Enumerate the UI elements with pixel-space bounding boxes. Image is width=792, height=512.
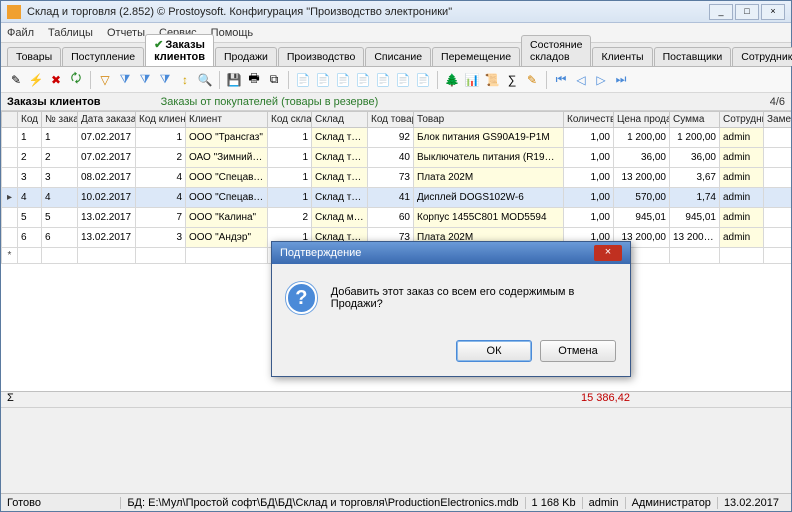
app-window: Склад и торговля (2.852) © Prostoysoft. … bbox=[0, 0, 792, 512]
table-row[interactable]: 3308.02.20174ООО "Спецавтом"1Склад това7… bbox=[2, 168, 792, 188]
sigma-icon: Σ bbox=[7, 392, 21, 407]
grid-pager: 4/6 bbox=[770, 96, 785, 108]
dialog-title: Подтверждение bbox=[280, 247, 361, 259]
last-icon[interactable]: ⏭ bbox=[612, 71, 630, 89]
funnel2-icon[interactable]: ⧩ bbox=[136, 71, 154, 89]
col-header[interactable]: Код товара bbox=[368, 112, 414, 128]
tab-move[interactable]: Перемещение bbox=[432, 47, 520, 66]
tab-production[interactable]: Производство bbox=[278, 47, 364, 66]
sum-value: 15 386,42 bbox=[581, 392, 630, 407]
doc5-icon[interactable]: 📄 bbox=[374, 71, 392, 89]
col-header[interactable]: Склад bbox=[312, 112, 368, 128]
menu-tables[interactable]: Таблицы bbox=[48, 27, 93, 39]
col-header[interactable]: Заметки bbox=[764, 112, 792, 128]
prev-icon[interactable]: ◁ bbox=[572, 71, 590, 89]
question-icon: ? bbox=[286, 282, 317, 314]
dialog-message: Добавить этот заказ со всем его содержим… bbox=[331, 286, 616, 310]
filter-icon[interactable]: ▽ bbox=[96, 71, 114, 89]
minimize-button[interactable]: _ bbox=[709, 4, 733, 20]
tab-goods[interactable]: Товары bbox=[7, 47, 61, 66]
save-icon[interactable]: 💾 bbox=[225, 71, 243, 89]
history-icon[interactable]: 📜 bbox=[483, 71, 501, 89]
status-role: Администратор bbox=[625, 497, 717, 509]
status-user: admin bbox=[582, 497, 625, 509]
col-header[interactable]: Сумма bbox=[670, 112, 720, 128]
tab-writeoff[interactable]: Списание bbox=[365, 47, 431, 66]
window-title: Склад и торговля (2.852) © Prostoysoft. … bbox=[27, 6, 709, 18]
edit-icon[interactable]: ✎ bbox=[7, 71, 25, 89]
col-header[interactable]: Товар bbox=[414, 112, 564, 128]
tab-sales[interactable]: Продажи bbox=[215, 47, 277, 66]
confirm-dialog: Подтверждение × ? Добавить этот заказ со… bbox=[271, 241, 631, 377]
bolt-icon[interactable]: ⚡ bbox=[27, 71, 45, 89]
status-db: БД: E:\Мул\Простой софт\БД\БД\Склад и то… bbox=[120, 497, 524, 509]
table-row[interactable]: ▸4410.02.20174ООО "Спецавтом"1Склад това… bbox=[2, 188, 792, 208]
status-date: 13.02.2017 bbox=[717, 497, 785, 509]
dialog-close-button[interactable]: × bbox=[594, 245, 622, 261]
print-icon[interactable]: 🖶 bbox=[245, 71, 263, 89]
copy-icon[interactable]: ⧉ bbox=[265, 71, 283, 89]
maximize-button[interactable]: □ bbox=[735, 4, 759, 20]
script-icon[interactable]: ✎ bbox=[523, 71, 541, 89]
menu-help[interactable]: Помощь bbox=[211, 27, 254, 39]
doc3-icon[interactable]: 📄 bbox=[334, 71, 352, 89]
col-header[interactable] bbox=[2, 112, 18, 128]
status-size: 1 168 Kb bbox=[525, 497, 582, 509]
col-header[interactable]: Код клиента bbox=[136, 112, 186, 128]
funnel1-icon[interactable]: ⧩ bbox=[116, 71, 134, 89]
dialog-titlebar: Подтверждение × bbox=[272, 242, 630, 264]
refresh-icon[interactable]: 🗘 bbox=[67, 71, 85, 89]
status-ready: Готово bbox=[7, 497, 120, 509]
col-header[interactable]: Клиент bbox=[186, 112, 268, 128]
tab-receipt[interactable]: Поступление bbox=[62, 47, 144, 66]
col-header[interactable]: Дата заказа bbox=[78, 112, 136, 128]
new-row-marker[interactable]: * bbox=[2, 248, 18, 264]
delete-icon[interactable]: ✖ bbox=[47, 71, 65, 89]
tree-icon[interactable]: 🌲 bbox=[443, 71, 461, 89]
next-icon[interactable]: ▷ bbox=[592, 71, 610, 89]
cancel-button[interactable]: Отмена bbox=[540, 340, 616, 362]
tab-orders[interactable]: ✔Заказы клиентов bbox=[145, 34, 214, 66]
sort-icon[interactable]: ↕ bbox=[176, 71, 194, 89]
menubar: Файл Таблицы Отчеты Сервис Помощь bbox=[1, 23, 791, 43]
grid-title: Заказы клиентов bbox=[7, 96, 101, 108]
h-scrollbar[interactable] bbox=[1, 407, 791, 421]
check-icon: ✔ bbox=[154, 39, 163, 51]
grid-header: Заказы клиентов Заказы от покупателей (т… bbox=[1, 93, 791, 111]
sum-icon[interactable]: ∑ bbox=[503, 71, 521, 89]
statusbar: Готово БД: E:\Мул\Простой софт\БД\БД\Скл… bbox=[1, 493, 791, 511]
first-icon[interactable]: ⏮ bbox=[552, 71, 570, 89]
tab-clients[interactable]: Клиенты bbox=[592, 47, 652, 66]
doc7-icon[interactable]: 📄 bbox=[414, 71, 432, 89]
sum-row: Σ 15 386,42 bbox=[1, 391, 791, 407]
table-row[interactable]: 2207.02.20172ОАО "Зимний сад"1Склад това… bbox=[2, 148, 792, 168]
toolbar: ✎ ⚡ ✖ 🗘 ▽ ⧩ ⧩ ⧩ ↕ 🔍 💾 🖶 ⧉ 📄 📄 📄 📄 📄 📄 📄 … bbox=[1, 67, 791, 93]
col-header[interactable]: № заказа bbox=[42, 112, 78, 128]
close-button[interactable]: × bbox=[761, 4, 785, 20]
tab-employees[interactable]: Сотрудники bbox=[732, 47, 792, 66]
col-header[interactable]: Код bbox=[18, 112, 42, 128]
col-header[interactable]: Код склада bbox=[268, 112, 312, 128]
funnel3-icon[interactable]: ⧩ bbox=[156, 71, 174, 89]
search-icon[interactable]: 🔍 bbox=[196, 71, 214, 89]
col-header[interactable]: Количество bbox=[564, 112, 614, 128]
table-row[interactable]: 1107.02.20171ООО "Трансгаз"1Склад това92… bbox=[2, 128, 792, 148]
col-header[interactable]: Цена продажи bbox=[614, 112, 670, 128]
table-row[interactable]: 5513.02.20177ООО "Калина"2Склад мате60Ко… bbox=[2, 208, 792, 228]
titlebar: Склад и торговля (2.852) © Prostoysoft. … bbox=[1, 1, 791, 23]
menu-reports[interactable]: Отчеты bbox=[107, 27, 145, 39]
tabbar: Товары Поступление ✔Заказы клиентов Прод… bbox=[1, 43, 791, 67]
grid-subtitle: Заказы от покупателей (товары в резерве) bbox=[161, 96, 379, 108]
tab-suppliers[interactable]: Поставщики bbox=[654, 47, 732, 66]
doc1-icon[interactable]: 📄 bbox=[294, 71, 312, 89]
ok-button[interactable]: ОК bbox=[456, 340, 532, 362]
doc2-icon[interactable]: 📄 bbox=[314, 71, 332, 89]
doc6-icon[interactable]: 📄 bbox=[394, 71, 412, 89]
app-icon bbox=[7, 5, 21, 19]
col-header[interactable]: Сотрудник bbox=[720, 112, 764, 128]
doc4-icon[interactable]: 📄 bbox=[354, 71, 372, 89]
chart-icon[interactable]: 📊 bbox=[463, 71, 481, 89]
tab-stock[interactable]: Состояние складов bbox=[521, 35, 591, 66]
menu-file[interactable]: Файл bbox=[7, 27, 34, 39]
